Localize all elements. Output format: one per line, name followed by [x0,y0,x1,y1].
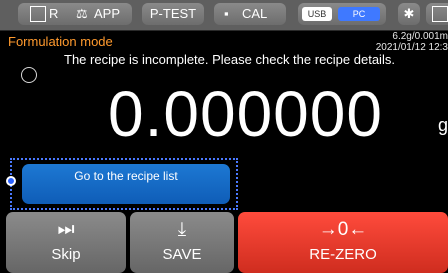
focus-indicator-icon [6,176,16,186]
rezero-label: RE-ZERO [309,246,377,263]
weight-display: 0.000000 [108,78,383,150]
skip-label: Skip [51,246,81,263]
recipe-list-label: Go to the recipe list [74,169,178,183]
tab-cal[interactable]: ▪ CAL [214,3,286,25]
tab-cal-label: CAL [242,6,268,21]
top-toolbar: R ⚖ APP P-TEST ▪ CAL USB PC ✱ L [0,0,448,31]
resolution-text: 6.2g/0.001m [392,31,448,42]
tab-l[interactable]: L [426,3,448,25]
download-icon: ⤓ [177,219,187,240]
r-icon [30,6,46,22]
bluetooth-tab[interactable]: ✱ [398,3,420,25]
usb-badge: USB [302,7,332,21]
tab-app[interactable]: ⚖ APP [66,3,132,25]
tab-connection[interactable]: USB PC [298,3,386,25]
recipe-list-button[interactable]: Go to the recipe list [22,164,230,204]
skip-button[interactable]: ⏭ Skip [6,212,126,273]
bluetooth-icon: ✱ [403,6,415,21]
pc-icon: PC [338,7,380,21]
status-message: The recipe is incomplete. Please check t… [64,52,395,67]
pc-label: PC [352,9,366,19]
r-label: R [49,6,59,21]
weight-unit: g [438,115,448,135]
tab-ptest-label: P-TEST [149,6,197,21]
tab-app-label: APP [94,6,121,21]
save-button[interactable]: ⤓ SAVE [130,212,234,273]
rezero-icon: →0← [318,219,368,240]
cal-icon: ▪ [224,6,229,21]
rezero-button[interactable]: →0← RE-ZERO [238,212,448,273]
app-icon: ⚖ [76,6,88,21]
usb-label: USB [307,9,327,19]
status-meta: 6.2g/0.001m 2021/01/12 12:3 [376,31,448,53]
l-icon [432,6,448,22]
tab-ptest[interactable]: P-TEST [142,3,204,25]
stability-circle-icon [21,67,37,83]
mode-title: Formulation mode [8,34,113,49]
save-label: SAVE [162,246,202,263]
skip-icon: ⏭ [57,219,75,240]
